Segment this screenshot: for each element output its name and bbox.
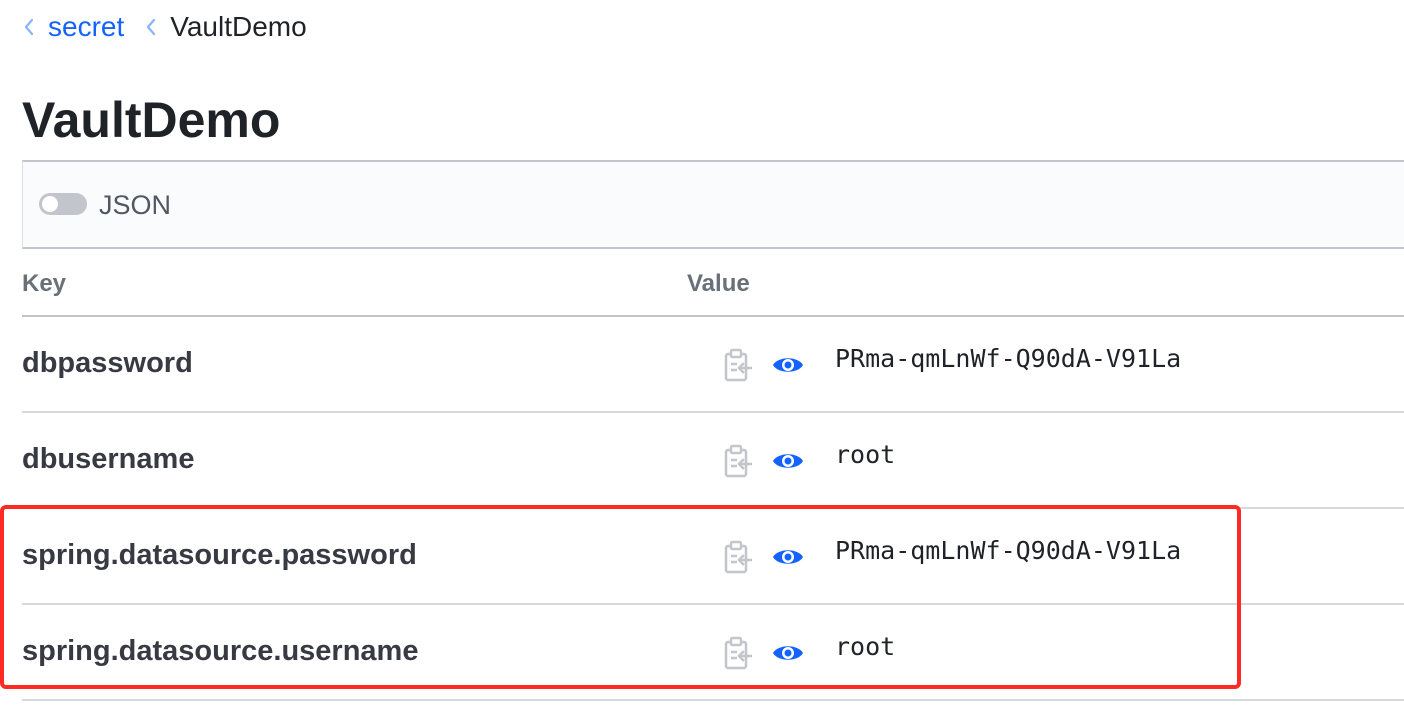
row-key: dbusername <box>22 443 195 475</box>
table-header: Key Value <box>22 250 1404 317</box>
row-value: root <box>835 632 896 661</box>
breadcrumb-current: VaultDemo <box>170 11 307 42</box>
row-value: root <box>835 440 896 469</box>
table-row: dbpassword PRma-qmLnWf-Q90dA-V91La <box>22 317 1404 413</box>
clipboard-copy-icon[interactable] <box>722 444 756 480</box>
page-title: VaultDemo <box>22 92 281 148</box>
breadcrumb-item-secret[interactable]: secret <box>22 11 124 43</box>
toggle-knob <box>42 196 58 212</box>
clipboard-copy-icon[interactable] <box>722 636 756 672</box>
eye-icon[interactable] <box>771 448 805 474</box>
table-row: dbusername root <box>22 413 1404 509</box>
eye-icon[interactable] <box>771 640 805 666</box>
row-key: spring.datasource.username <box>22 635 419 667</box>
chevron-left-icon <box>24 18 34 36</box>
breadcrumb: secret VaultDemo <box>22 10 307 44</box>
eye-icon[interactable] <box>771 544 805 570</box>
clipboard-copy-icon[interactable] <box>722 348 756 384</box>
chevron-left-icon <box>147 18 156 36</box>
breadcrumb-item-current: VaultDemo <box>144 11 307 43</box>
table-row: spring.datasource.password PRma-qmLnWf-Q… <box>22 509 1404 605</box>
json-toggle[interactable] <box>39 193 87 215</box>
row-value: PRma-qmLnWf-Q90dA-V91La <box>835 344 1182 373</box>
row-key: spring.datasource.password <box>22 539 417 571</box>
column-header-key: Key <box>22 270 67 297</box>
column-header-value: Value <box>687 270 750 297</box>
eye-icon[interactable] <box>771 352 805 378</box>
row-value: PRma-qmLnWf-Q90dA-V91La <box>835 536 1182 565</box>
row-key: dbpassword <box>22 347 193 379</box>
breadcrumb-link-secret[interactable]: secret <box>48 11 124 43</box>
clipboard-copy-icon[interactable] <box>722 540 756 576</box>
table-row: spring.datasource.username root <box>22 605 1404 701</box>
json-toggle-label: JSON <box>99 190 172 220</box>
secret-toolbar: JSON <box>22 160 1404 249</box>
